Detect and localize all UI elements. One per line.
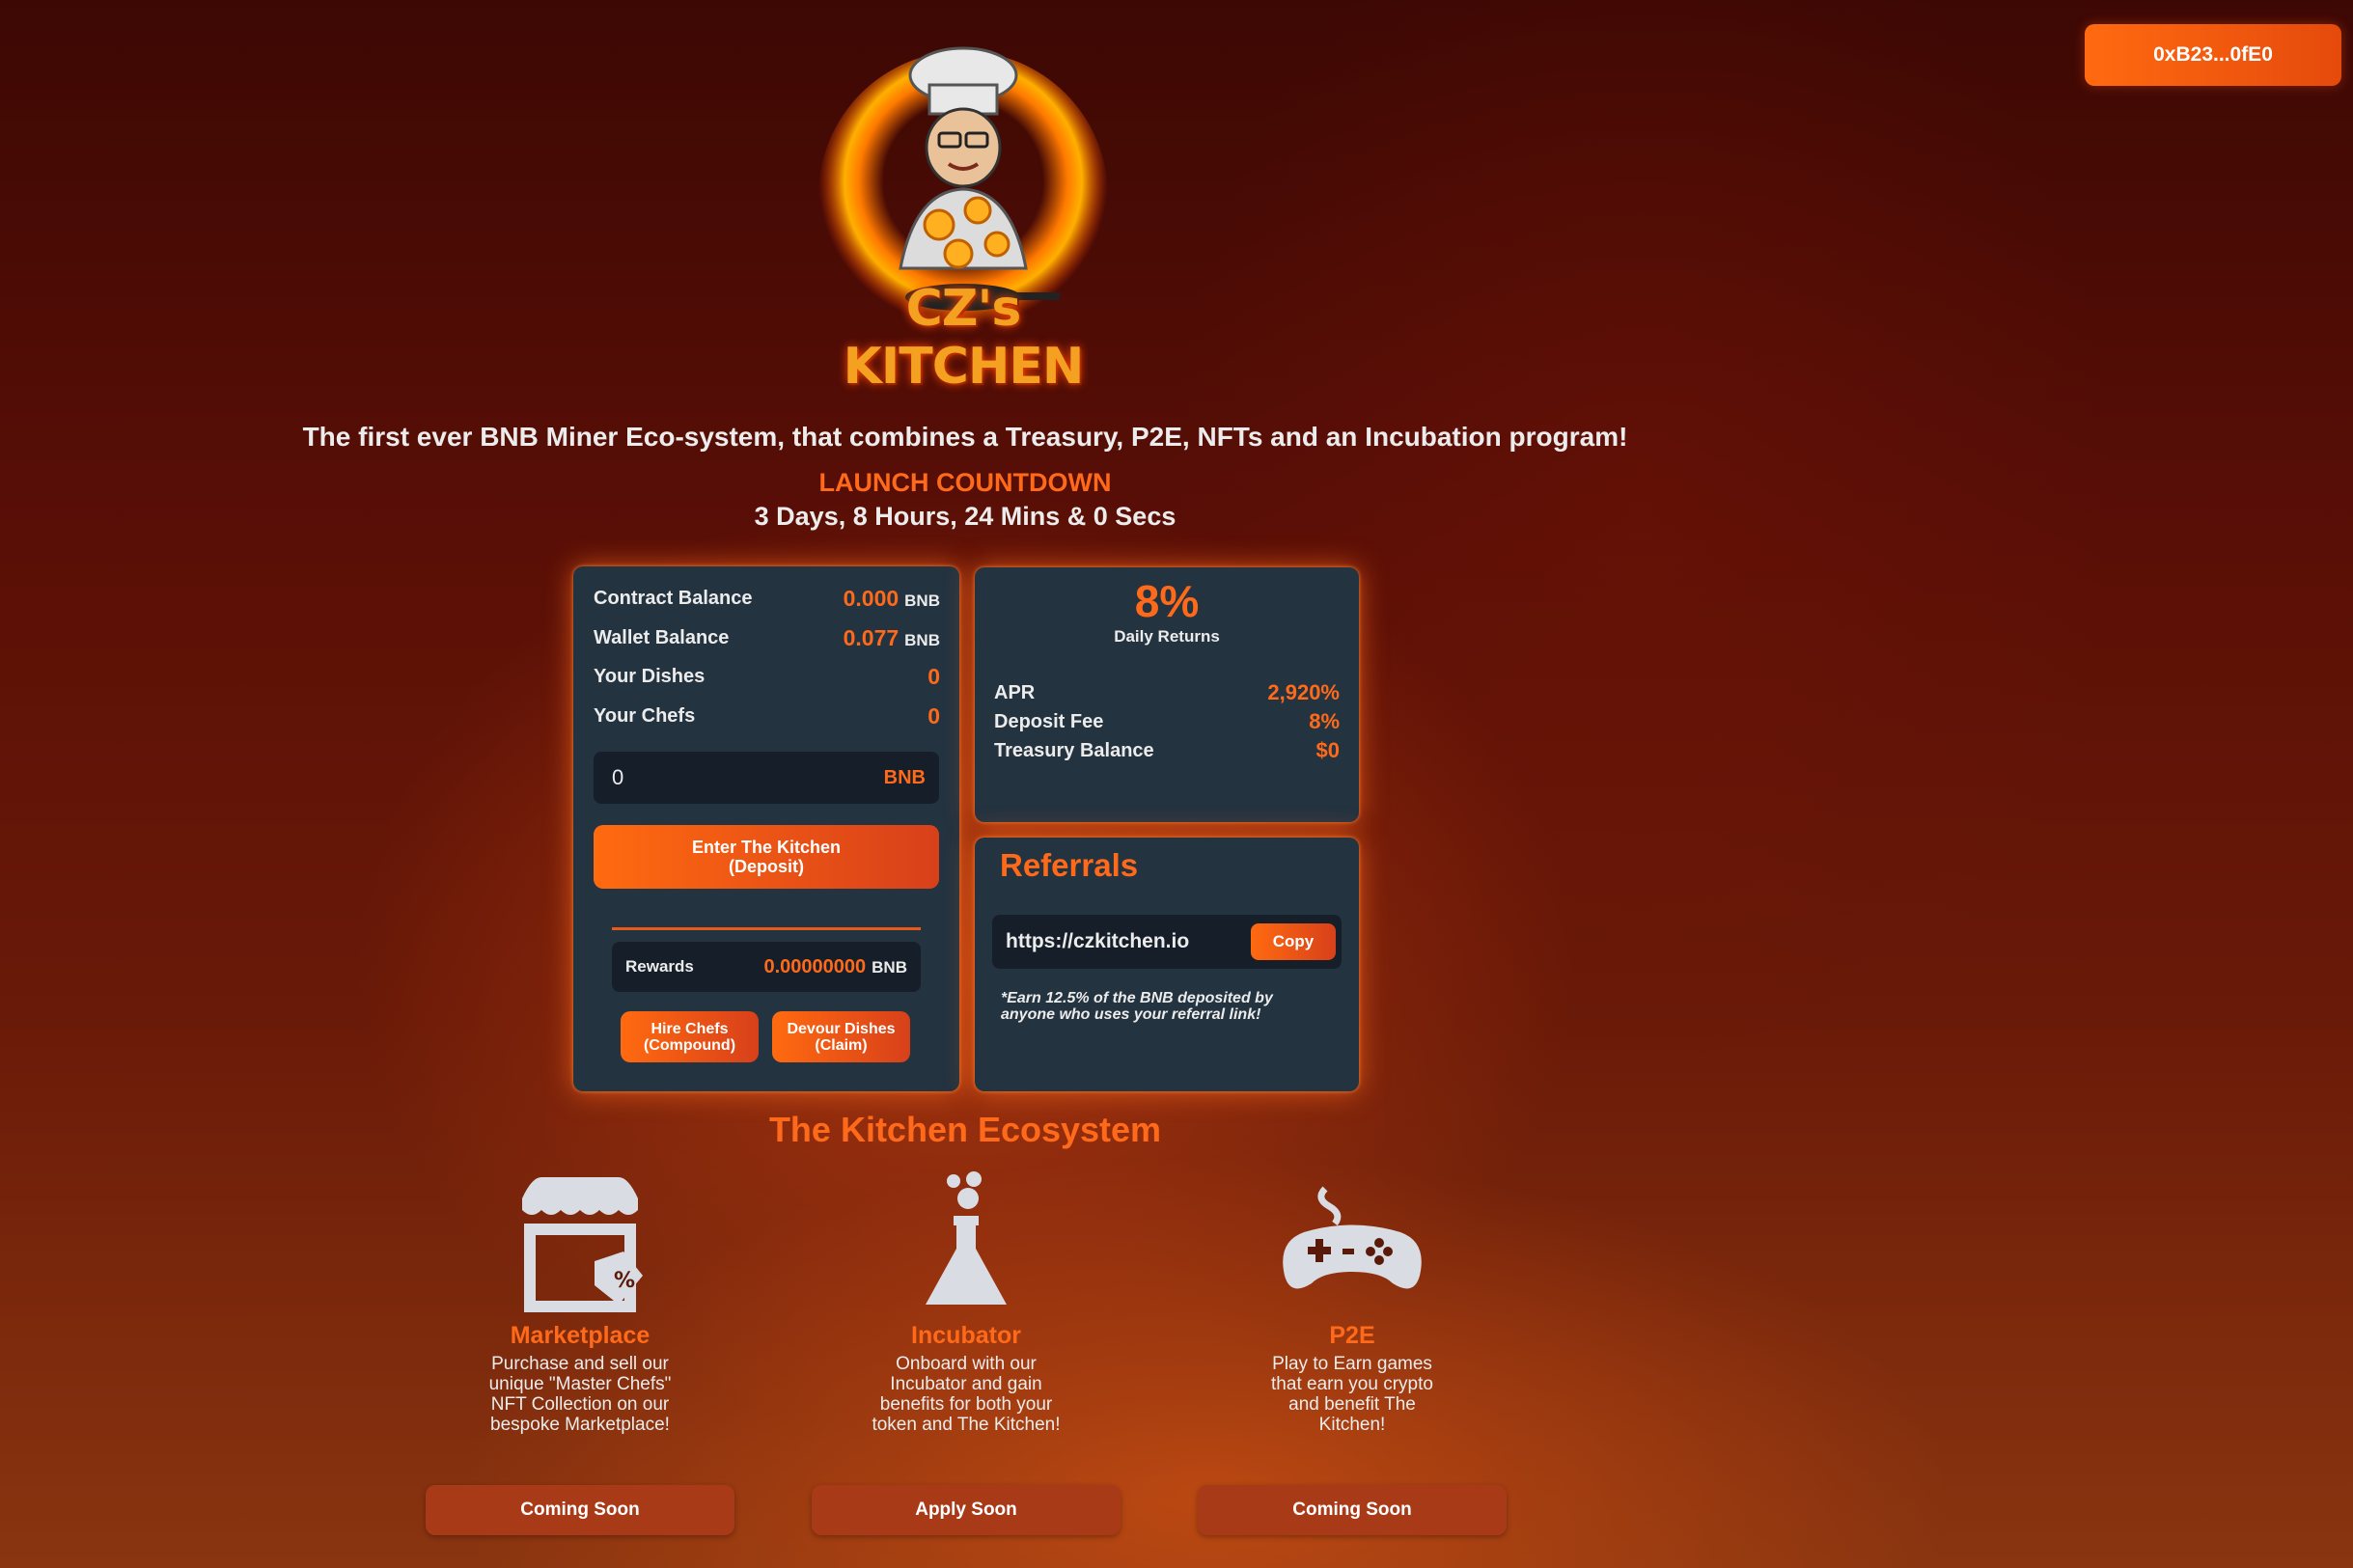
dishes-value: 0 [927, 663, 940, 689]
claim-button-label: Devour Dishes [787, 1020, 896, 1037]
referral-link[interactable]: https://czkitchen.io [1006, 930, 1189, 953]
treasury-value: $0 [1315, 738, 1340, 762]
deposit-fee-row: Deposit Fee 8% [994, 708, 1340, 735]
daily-returns-label: Daily Returns [1114, 627, 1220, 646]
referral-link-box: https://czkitchen.io Copy [992, 915, 1342, 969]
miner-card: Contract Balance 0.000 BNB Wallet Balance… [573, 566, 959, 1091]
tagline: The first ever BNB Miner Eco-system, tha… [302, 422, 1628, 452]
contract-balance-unit: BNB [904, 591, 940, 610]
incubator-apply-soon-button[interactable]: Apply Soon [812, 1485, 1121, 1535]
ecosystem-item-p2e: P2E Play to Earn games that earn you cry… [1198, 1169, 1507, 1435]
wallet-balance-label: Wallet Balance [594, 626, 730, 648]
deposit-amount-field[interactable]: BNB [594, 752, 939, 804]
wallet-balance-unit: BNB [904, 630, 940, 649]
gamepad-icon [1283, 1186, 1422, 1289]
claim-button-sublabel: (Claim) [815, 1036, 868, 1054]
chefs-row: Your Chefs 0 [594, 701, 940, 730]
storefront-icon: % [522, 1177, 643, 1312]
rewards-display: Rewards 0.00000000 BNB [612, 942, 921, 992]
compound-button[interactable]: Hire Chefs (Compound) [621, 1011, 759, 1062]
wallet-balance-value: 0.077 [843, 624, 900, 650]
marketplace-title: Marketplace [510, 1322, 651, 1349]
ecosystem-item-incubator: Incubator Onboard with our Incubator and… [812, 1169, 1121, 1435]
p2e-coming-soon-button[interactable]: Coming Soon [1198, 1485, 1507, 1535]
deposit-fee-value: 8% [1309, 709, 1340, 733]
chefs-value: 0 [927, 702, 940, 729]
apr-value: 2,920% [1267, 680, 1340, 704]
rewards-value: 0.00000000 [763, 955, 867, 977]
deposit-amount-input[interactable] [610, 764, 807, 791]
deposit-fee-label: Deposit Fee [994, 710, 1104, 732]
deposit-button-label: Enter The Kitchen [691, 838, 842, 857]
claim-button[interactable]: Devour Dishes (Claim) [772, 1011, 910, 1062]
deposit-button[interactable]: Enter The Kitchen (Deposit) [594, 825, 939, 889]
svg-text:%: % [614, 1269, 635, 1293]
copy-button[interactable]: Copy [1251, 923, 1336, 960]
ecosystem-title: The Kitchen Ecosystem [768, 1110, 1162, 1149]
referrals-card: Referrals https://czkitchen.io Copy *Ear… [975, 838, 1359, 1091]
rewards-unit: BNB [872, 957, 907, 977]
wallet-balance-row: Wallet Balance 0.077 BNB [594, 623, 940, 652]
referral-note: *Earn 12.5% of the BNB deposited by anyo… [1001, 990, 1273, 1023]
referrals-title: Referrals [1000, 847, 1139, 883]
contract-balance-label: Contract Balance [594, 587, 753, 609]
treasury-label: Treasury Balance [994, 739, 1154, 761]
divider [612, 927, 921, 930]
rewards-label: Rewards [625, 957, 694, 976]
deposit-amount-unit: BNB [883, 766, 926, 788]
dishes-label: Your Dishes [594, 665, 706, 687]
logo-title: CZ's KITCHEN [843, 280, 1085, 396]
returns-card: 8% Daily Returns APR 2,920% Deposit Fee … [975, 567, 1359, 822]
compound-button-label: Hire Chefs [651, 1020, 729, 1037]
contract-balance-row: Contract Balance 0.000 BNB [594, 584, 940, 613]
logo: CZ's KITCHEN [809, 37, 1118, 396]
ecosystem-item-marketplace: % Marketplace Purchase and sell our uniq… [426, 1169, 734, 1435]
dishes-row: Your Dishes 0 [594, 662, 940, 691]
incubator-title: Incubator [911, 1322, 1021, 1349]
p2e-title: P2E [1329, 1322, 1375, 1349]
countdown-value: 3 Days, 8 Hours, 24 Mins & 0 Secs [754, 502, 1176, 531]
marketplace-coming-soon-button[interactable]: Coming Soon [426, 1485, 734, 1535]
apr-label: APR [994, 681, 1036, 703]
deposit-button-sublabel: (Deposit) [729, 857, 804, 876]
compound-button-sublabel: (Compound) [643, 1036, 736, 1054]
contract-balance-value: 0.000 [843, 585, 900, 611]
countdown-label: LAUNCH COUNTDOWN [818, 468, 1112, 497]
apr-row: APR 2,920% [994, 679, 1340, 706]
chefs-label: Your Chefs [594, 704, 696, 727]
flask-icon [926, 1171, 1007, 1305]
treasury-row: Treasury Balance $0 [994, 737, 1340, 764]
incubator-description: Onboard with our Incubator and gain bene… [872, 1354, 1061, 1435]
wallet-address-button[interactable]: 0xB23...0fE0 [2085, 24, 2341, 86]
p2e-description: Play to Earn games that earn you crypto … [1271, 1354, 1433, 1435]
marketplace-description: Purchase and sell our unique "Master Che… [488, 1354, 672, 1435]
daily-returns-value: 8% [1134, 576, 1200, 626]
